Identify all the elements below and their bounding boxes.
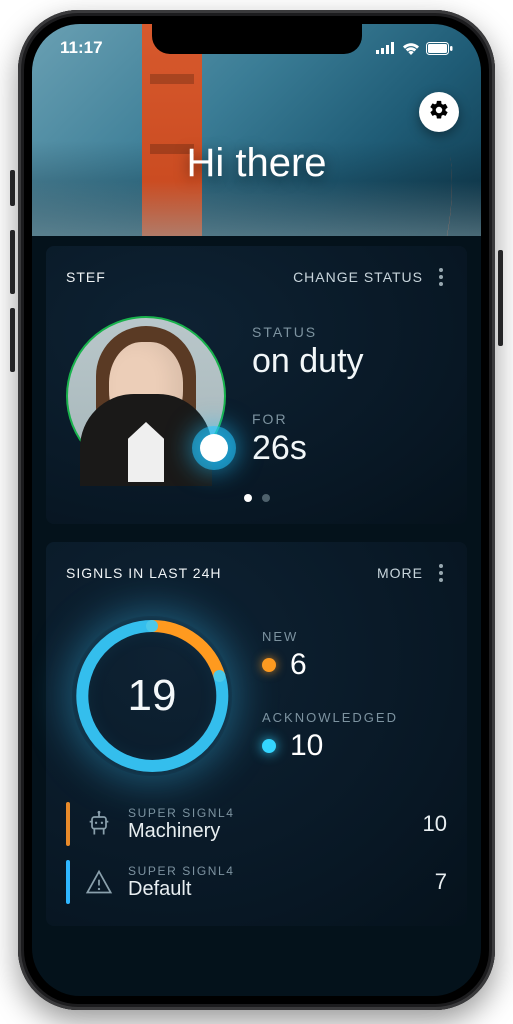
settings-button[interactable] [419,92,459,132]
for-label: FOR [252,411,447,427]
new-label: NEW [262,629,398,644]
presence-indicator [200,434,228,462]
more-dots-icon[interactable] [435,560,447,586]
list-item-count: 10 [419,811,447,837]
cellular-icon [376,42,396,54]
change-status-button[interactable]: CHANGE STATUS [293,269,423,285]
signals-title: SIGNLS IN LAST 24H [66,565,221,581]
signals-total: 19 [66,610,238,782]
gear-icon [428,99,450,126]
dot-icon [262,739,276,753]
avatar[interactable] [66,316,226,476]
screen: 11:17 Hi there [32,24,481,996]
signal-category-list: SUPER SIGNL4 Machinery 10 [66,802,447,904]
status-value: on duty [252,342,447,381]
for-value: 26s [252,429,447,468]
signals-card[interactable]: SIGNLS IN LAST 24H MORE 19 [46,542,467,926]
new-count: 6 [290,648,307,682]
warning-icon [84,867,114,897]
notch [152,24,362,54]
battery-icon [426,42,453,55]
mist-decor [32,181,481,236]
greeting: Hi there [32,141,481,186]
accent-bar [66,802,70,846]
list-item-sub: SUPER SIGNL4 [128,864,405,878]
ack-count: 10 [290,729,323,763]
phone-side-button [10,230,15,294]
page-dot [244,494,252,502]
page-dot [262,494,270,502]
list-item[interactable]: SUPER SIGNL4 Default 7 [66,860,447,904]
list-item[interactable]: SUPER SIGNL4 Machinery 10 [66,802,447,846]
phone-side-button [498,250,503,346]
list-item-sub: SUPER SIGNL4 [128,806,405,820]
status-label: STATUS [252,324,447,340]
ack-label: ACKNOWLEDGED [262,710,398,725]
user-name: STEF [66,269,106,285]
more-button[interactable]: MORE [377,565,423,581]
robot-icon [84,809,114,839]
phone-side-button [10,170,15,206]
dashboard-body: STEF CHANGE STATUS [32,236,481,996]
phone-frame: 11:17 Hi there [18,10,495,1010]
hero-header: 11:17 Hi there [32,24,481,236]
wifi-icon [402,42,420,55]
list-item-title: Machinery [128,820,405,843]
more-dots-icon[interactable] [435,264,447,290]
dot-icon [262,658,276,672]
user-status-card[interactable]: STEF CHANGE STATUS [46,246,467,524]
list-item-title: Default [128,878,405,901]
list-item-count: 7 [419,869,447,895]
clock: 11:17 [60,38,103,58]
phone-side-button [10,308,15,372]
signals-gauge: 19 [66,610,238,782]
page-indicator[interactable] [66,494,447,502]
accent-bar [66,860,70,904]
